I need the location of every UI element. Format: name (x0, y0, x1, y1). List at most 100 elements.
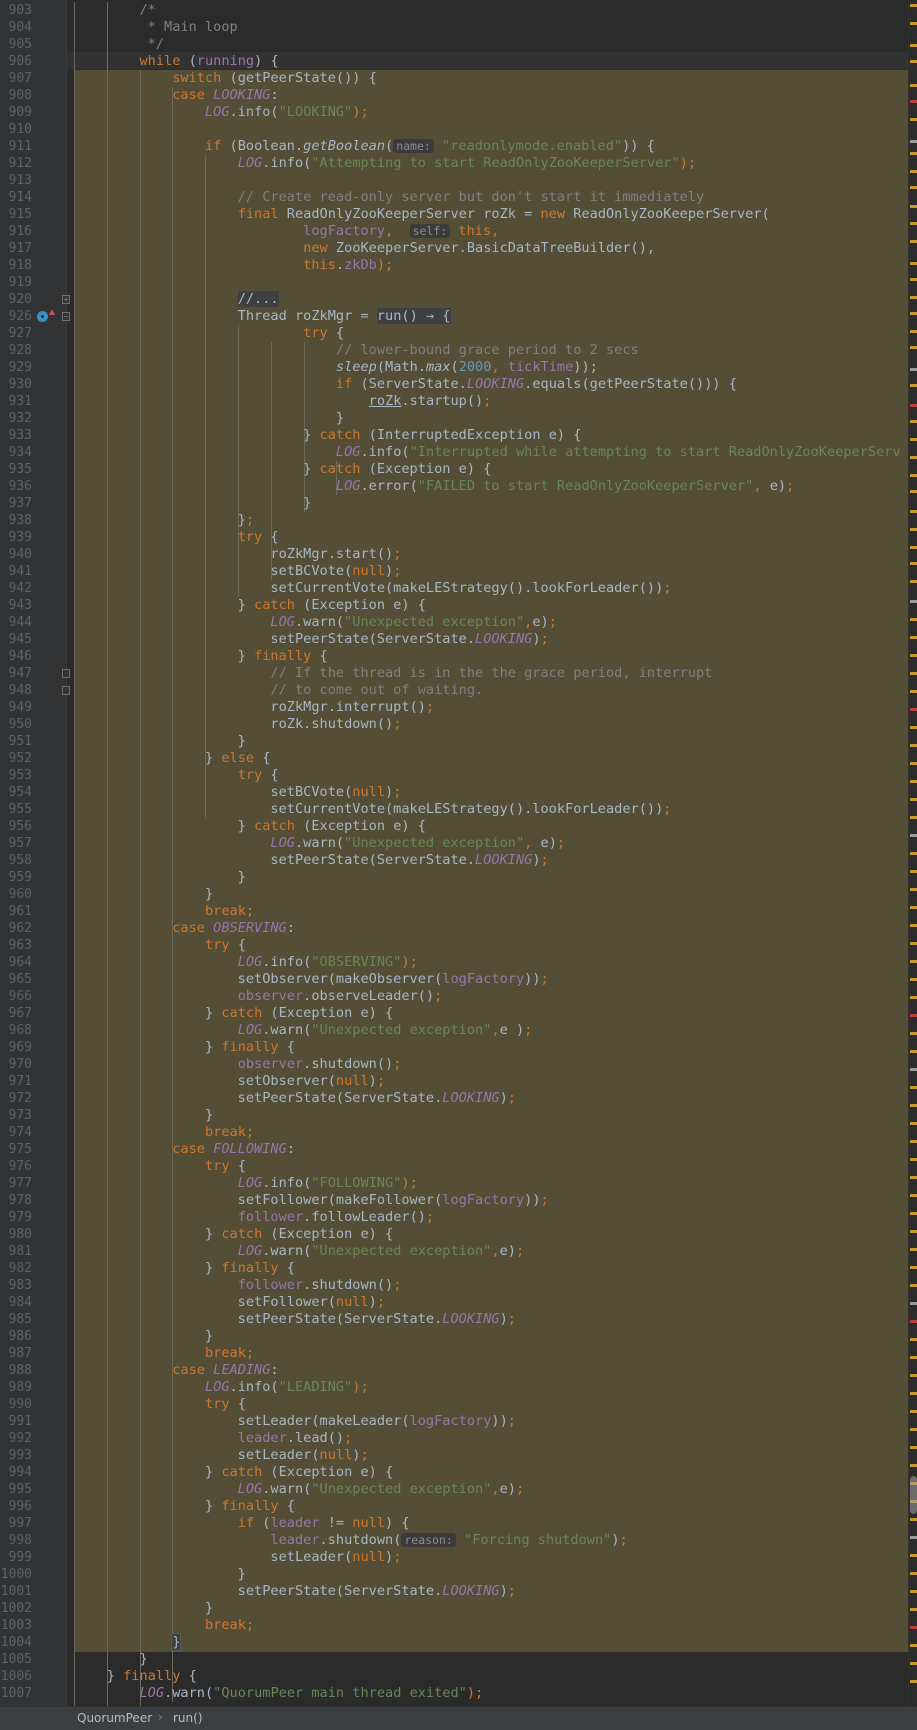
scrollbar-marker[interactable] (910, 490, 917, 493)
scrollbar-marker[interactable] (910, 312, 917, 315)
code-line[interactable]: 920 //... (0, 291, 908, 308)
code-line[interactable]: 1006 } finally { (0, 1668, 908, 1685)
scrollbar-marker[interactable] (910, 816, 917, 819)
code-line[interactable]: 957 LOG.warn("Unexpected exception", e); (0, 835, 908, 852)
code-line[interactable]: 985 setPeerState(ServerState.LOOKING); (0, 1311, 908, 1328)
scrollbar-marker[interactable] (910, 1266, 917, 1269)
code-line[interactable]: 994 } catch (Exception e) { (0, 1464, 908, 1481)
scrollbar-marker[interactable] (910, 978, 917, 981)
scrollbar-marker[interactable] (910, 330, 917, 333)
scrollbar-marker[interactable] (910, 852, 917, 855)
code-line[interactable]: 907 switch (getPeerState()) { (0, 70, 908, 87)
scrollbar-marker[interactable] (910, 600, 917, 603)
code-line[interactable]: 988 case LEADING: (0, 1362, 908, 1379)
scrollbar-marker[interactable] (910, 1608, 917, 1611)
scrollbar-marker[interactable] (910, 368, 917, 371)
scrollbar-marker[interactable] (910, 346, 917, 349)
code-line[interactable]: 975 case FOLLOWING: (0, 1141, 908, 1158)
code-line[interactable]: 950 roZk.shutdown(); (0, 716, 908, 733)
code-line[interactable]: 952 } else { (0, 750, 908, 767)
code-line[interactable]: 913 (0, 172, 908, 189)
scrollbar-marker[interactable] (910, 100, 917, 103)
code-line[interactable]: 948 // to come out of waiting. (0, 682, 908, 699)
code-line[interactable]: 981 LOG.warn("Unexpected exception",e); (0, 1243, 908, 1260)
code-line[interactable]: 996 } finally { (0, 1498, 908, 1515)
scrollbar-marker[interactable] (910, 205, 917, 208)
scrollbar-marker[interactable] (910, 1212, 917, 1215)
code-editor[interactable]: 903 /* 904 * Main loop 905 */906 while (ru… (0, 0, 917, 1706)
code-line[interactable]: 940 roZkMgr.start(); (0, 546, 908, 563)
code-line[interactable]: 973 } (0, 1107, 908, 1124)
code-line[interactable]: 991 setLeader(makeLeader(logFactory)); (0, 1413, 908, 1430)
code-line[interactable]: 995 LOG.warn("Unexpected exception",e); (0, 1481, 908, 1498)
code-line[interactable]: 1007 LOG.warn("QuorumPeer main thread ex… (0, 1685, 908, 1702)
code-line[interactable]: 966 observer.observeLeader(); (0, 988, 908, 1005)
scrollbar-marker[interactable] (910, 1050, 917, 1053)
fold-toggle-icon[interactable] (62, 686, 70, 695)
scrollbar-marker[interactable] (910, 562, 917, 565)
code-line[interactable]: 1000 } (0, 1566, 908, 1583)
code-line[interactable]: 956 } catch (Exception e) { (0, 818, 908, 835)
scrollbar-marker[interactable] (910, 996, 917, 999)
code-line[interactable]: 903 /* (0, 2, 908, 19)
scrollbar-marker[interactable] (910, 1644, 917, 1647)
code-line[interactable]: 935 } catch (Exception e) { (0, 461, 908, 478)
code-line[interactable]: 904 * Main loop (0, 19, 908, 36)
scrollbar-marker[interactable] (910, 510, 917, 513)
scrollbar-marker[interactable] (910, 1248, 917, 1251)
code-line[interactable]: 946 } finally { (0, 648, 908, 665)
code-line[interactable]: 909 LOG.info("LOOKING"); (0, 104, 908, 121)
code-line[interactable]: 998 leader.shutdown(reason: "Forcing shu… (0, 1532, 908, 1549)
code-line[interactable]: 939 try { (0, 529, 908, 546)
scrollbar-marker[interactable] (910, 1572, 917, 1575)
folded-region[interactable]: //... (237, 291, 279, 307)
code-line[interactable]: 910 (0, 121, 908, 138)
code-line[interactable]: 945 setPeerState(ServerState.LOOKING); (0, 631, 908, 648)
breadcrumb-method[interactable]: run() (173, 1711, 203, 1725)
code-line[interactable]: 999 setLeader(null); (0, 1549, 908, 1566)
scrollbar-thumb[interactable] (910, 1476, 917, 1514)
code-line[interactable]: 930 if (ServerState.LOOKING.equals(getPe… (0, 376, 908, 393)
scrollbar-marker[interactable] (910, 1140, 917, 1143)
scrollbar-marker[interactable] (910, 1194, 917, 1197)
scrollbar-marker[interactable] (910, 834, 917, 837)
code-line[interactable]: 927 try { (0, 325, 908, 342)
code-line[interactable]: 918 this.zkDb); (0, 257, 908, 274)
code-line[interactable]: 931 roZk.startup(); (0, 393, 908, 410)
breadcrumb-class[interactable]: QuorumPeer (77, 1711, 152, 1725)
scrollbar-marker[interactable] (910, 384, 917, 387)
scrollbar-marker[interactable] (910, 1302, 917, 1305)
code-line[interactable]: 986 } (0, 1328, 908, 1345)
scrollbar-marker[interactable] (910, 22, 917, 25)
code-line[interactable]: 932 } (0, 410, 908, 427)
code-line[interactable]: 911 if (Boolean.getBoolean(name: "readon… (0, 138, 908, 155)
scrollbar-marker[interactable] (910, 420, 917, 423)
scrollbar-marker[interactable] (910, 186, 917, 189)
scrollbar-marker[interactable] (910, 262, 917, 265)
scrollbar-marker[interactable] (910, 1338, 917, 1341)
scrollbar-marker[interactable] (910, 1536, 917, 1539)
scrollbar-marker[interactable] (910, 278, 917, 281)
scrollbar-marker[interactable] (910, 404, 917, 407)
code-line[interactable]: 961 break; (0, 903, 908, 920)
code-line[interactable]: 954 setBCVote(null); (0, 784, 908, 801)
code-line[interactable]: 938 }; (0, 512, 908, 529)
code-line[interactable]: 943 } catch (Exception e) { (0, 597, 908, 614)
scrollbar-marker[interactable] (910, 1374, 917, 1377)
scrollbar-marker[interactable] (910, 1662, 917, 1665)
fold-toggle-icon[interactable]: − (62, 312, 70, 321)
code-line[interactable]: 968 LOG.warn("Unexpected exception",e ); (0, 1022, 908, 1039)
code-line[interactable]: 915 final ReadOnlyZooKeeperServer roZk =… (0, 206, 908, 223)
code-line[interactable]: 914 // Create read-only server but don't… (0, 189, 908, 206)
code-line[interactable]: 971 setObserver(null); (0, 1073, 908, 1090)
code-line[interactable]: 993 setLeader(null); (0, 1447, 908, 1464)
scrollbar-marker[interactable] (910, 1104, 917, 1107)
code-line[interactable]: 1001 setPeerState(ServerState.LOOKING); (0, 1583, 908, 1600)
scrollbar-marker[interactable] (910, 528, 917, 531)
code-line[interactable]: 962 case OBSERVING: (0, 920, 908, 937)
scrollbar-marker[interactable] (910, 580, 917, 583)
code-line[interactable]: 953 try { (0, 767, 908, 784)
code-line[interactable]: 978 setFollower(makeFollower(logFactory)… (0, 1192, 908, 1209)
scrollbar-marker[interactable] (910, 1032, 917, 1035)
folded-region[interactable]: run() → { (376, 308, 451, 324)
